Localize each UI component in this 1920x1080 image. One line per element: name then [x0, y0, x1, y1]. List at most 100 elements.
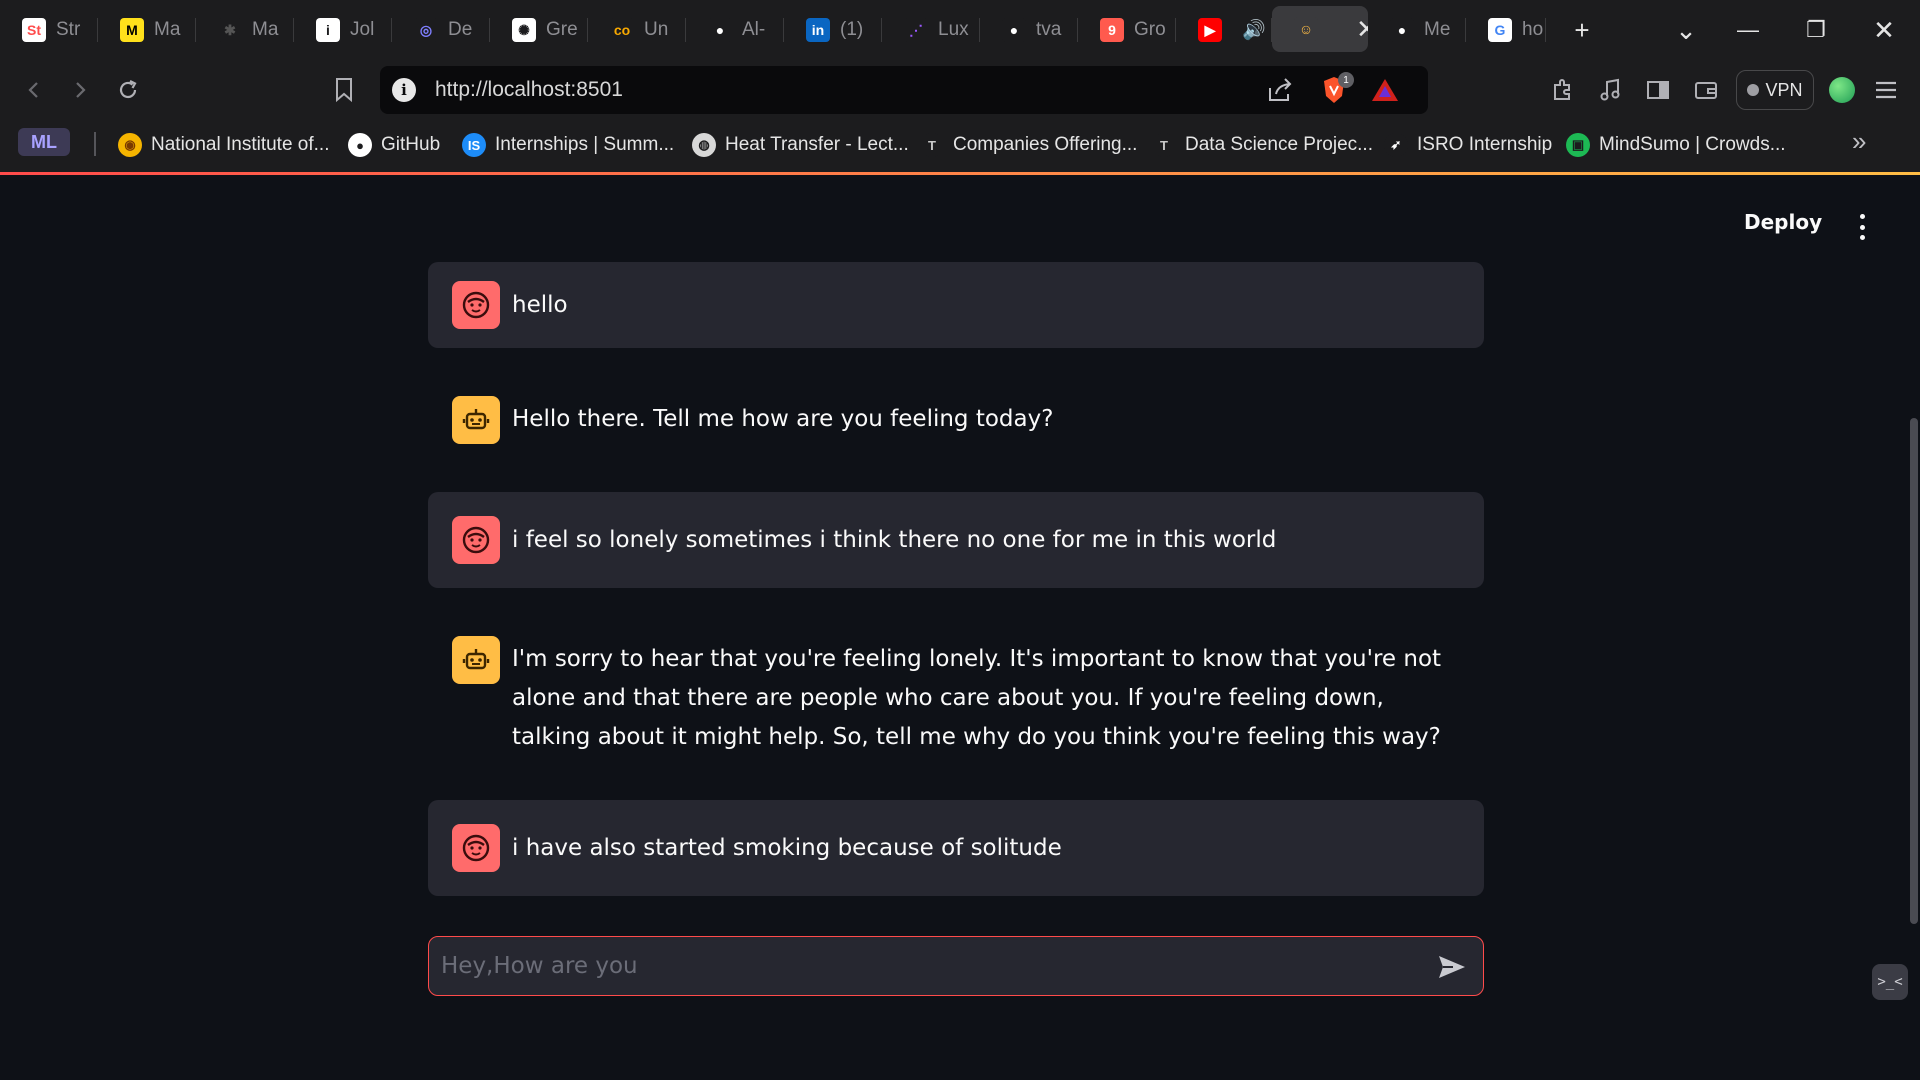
app-avatar-icon: ☺: [1294, 17, 1318, 41]
brave-shields-icon[interactable]: 1: [1320, 72, 1354, 106]
menu-icon[interactable]: [1866, 70, 1906, 110]
browser-tab[interactable]: ✱ Ma: [196, 0, 294, 60]
bookmark-item[interactable]: ▣ MindSumo | Crowds...: [1566, 130, 1786, 160]
new-tab-button[interactable]: +: [1552, 0, 1612, 60]
profile-avatar[interactable]: [1822, 70, 1862, 110]
deploy-button[interactable]: Deploy: [1744, 210, 1822, 234]
browser-tab[interactable]: ☺ ✕: [1272, 6, 1368, 52]
bookmark-item[interactable]: IS Internships | Summ...: [462, 130, 674, 160]
sidebar-toggle-icon[interactable]: [1638, 70, 1678, 110]
google-icon: G: [1488, 18, 1512, 42]
internshala-icon: IS: [462, 133, 486, 157]
assistant-message: I'm sorry to hear that you're feeling lo…: [428, 620, 1484, 760]
vpn-button[interactable]: VPN: [1736, 70, 1814, 110]
bookmark-label: GitHub: [381, 134, 441, 155]
bookmark-label: MindSumo | Crowds...: [1599, 134, 1786, 155]
page-scrollbar[interactable]: [1910, 418, 1918, 924]
bookmark-page-icon[interactable]: [324, 70, 364, 110]
chat-input[interactable]: [441, 937, 1401, 995]
window-close-button[interactable]: ✕: [1854, 0, 1914, 60]
bookmark-item[interactable]: ➶ ISRO Internship: [1384, 130, 1552, 160]
robot-icon: [452, 636, 500, 684]
bookmark-folder-ml[interactable]: ML: [18, 128, 70, 156]
tab-title: Jol: [350, 19, 375, 40]
tab-title: De: [448, 19, 473, 40]
tab-close-icon[interactable]: ✕: [1356, 14, 1368, 45]
minimize-button[interactable]: —: [1718, 0, 1778, 60]
message-text: hello: [512, 291, 568, 318]
bookmark-label: National Institute of...: [151, 134, 330, 155]
vpn-status-icon: [1747, 84, 1760, 96]
main-menu-icon[interactable]: [1852, 214, 1872, 240]
tab-title: Gro: [1134, 19, 1166, 40]
t-circle-icon: T: [920, 133, 944, 157]
tab-title: ho: [1522, 19, 1544, 40]
reload-icon[interactable]: [108, 70, 148, 110]
bookmark-item[interactable]: ● GitHub: [348, 130, 440, 160]
globe-icon: ◍: [692, 133, 716, 157]
browser-tab[interactable]: in (1): [784, 0, 882, 60]
browser-tab[interactable]: M Ma: [98, 0, 196, 60]
browser-tab[interactable]: ● Me: [1368, 0, 1466, 60]
message-text: i have also started smoking because of s…: [512, 834, 1062, 861]
streamlit-doc-icon: St: [22, 18, 46, 42]
bookmark-item[interactable]: ◉ National Institute of...: [118, 130, 330, 160]
forward-icon[interactable]: [60, 70, 100, 110]
bookmark-item[interactable]: T Companies Offering...: [920, 130, 1137, 160]
message-text: I'm sorry to hear that you're feeling lo…: [512, 646, 1442, 750]
bookmark-item[interactable]: ◍ Heat Transfer - Lect...: [692, 130, 909, 160]
url-text: http://localhost:8501: [435, 78, 623, 101]
browser-tab[interactable]: co Un: [588, 0, 686, 60]
user-message: i feel so lonely sometimes i think there…: [428, 492, 1484, 588]
bookmark-label: Heat Transfer - Lect...: [725, 134, 909, 155]
nit-logo-icon: ◉: [118, 133, 142, 157]
github-icon: ●: [1002, 18, 1026, 42]
back-icon[interactable]: [14, 70, 54, 110]
wallet-icon[interactable]: [1686, 70, 1726, 110]
isro-icon: ➶: [1384, 133, 1408, 157]
dots-icon: ⋰: [904, 18, 928, 42]
bookmark-label: Data Science Projec...: [1185, 134, 1373, 155]
browser-tab[interactable]: 9 Gro: [1078, 0, 1176, 60]
bookmark-label: ISRO Internship: [1417, 134, 1553, 155]
vpn-label: VPN: [1765, 79, 1803, 100]
bookmarks-overflow-icon[interactable]: »: [1852, 126, 1866, 157]
tab-title: Un: [644, 19, 669, 40]
bookmark-item[interactable]: T Data Science Projec...: [1152, 130, 1373, 160]
share-icon[interactable]: [1266, 76, 1294, 109]
mindsumo-icon: ▣: [1566, 133, 1590, 157]
user-message: hello: [428, 262, 1484, 348]
media-icon[interactable]: [1590, 70, 1630, 110]
message-text: Hello there. Tell me how are you feeling…: [512, 406, 1054, 432]
bookmark-label: Companies Offering...: [953, 134, 1138, 155]
browser-tab[interactable]: St Str: [0, 0, 98, 60]
profile-icon: [1829, 77, 1855, 103]
notification-icon: 9: [1100, 18, 1124, 42]
browser-tab[interactable]: ● tva: [980, 0, 1078, 60]
info-icon: i: [316, 18, 340, 42]
browser-tab[interactable]: ● Al-: [686, 0, 784, 60]
brave-rewards-icon[interactable]: [1370, 76, 1400, 109]
browser-tab[interactable]: ✺ Gre: [490, 0, 588, 60]
browser-tab[interactable]: ◎ De: [392, 0, 490, 60]
address-bar[interactable]: i http://localhost:8501 1: [380, 66, 1428, 114]
extensions-icon[interactable]: [1542, 70, 1582, 110]
tab-strip: St Str M Ma ✱ Ma i Jol ◎ De ✺ Gre co Un ● Al-in (1) ⋰ Lux ●…: [0, 0, 1920, 60]
dev-icon: ◎: [414, 18, 438, 42]
browser-tab[interactable]: ▶ 🔊: [1176, 0, 1272, 60]
send-icon[interactable]: [1434, 949, 1470, 985]
tab-title: (1): [840, 19, 864, 40]
browser-tab[interactable]: ⋰ Lux: [882, 0, 980, 60]
site-info-icon[interactable]: i: [392, 78, 416, 102]
restore-button[interactable]: ❐: [1786, 0, 1846, 60]
github-icon: ●: [348, 133, 372, 157]
user-face-icon: [452, 516, 500, 564]
tab-search-button[interactable]: ⌄: [1656, 0, 1716, 60]
status-widget-icon[interactable]: >_<: [1872, 964, 1908, 1000]
browser-tab[interactable]: Gho: [1466, 0, 1546, 60]
tab-title: Str: [56, 19, 81, 40]
browser-tab[interactable]: i Jol: [294, 0, 392, 60]
tab-divider: [1545, 18, 1546, 42]
openai-icon: ✺: [512, 18, 536, 42]
tab-audio-icon[interactable]: 🔊: [1242, 18, 1266, 42]
